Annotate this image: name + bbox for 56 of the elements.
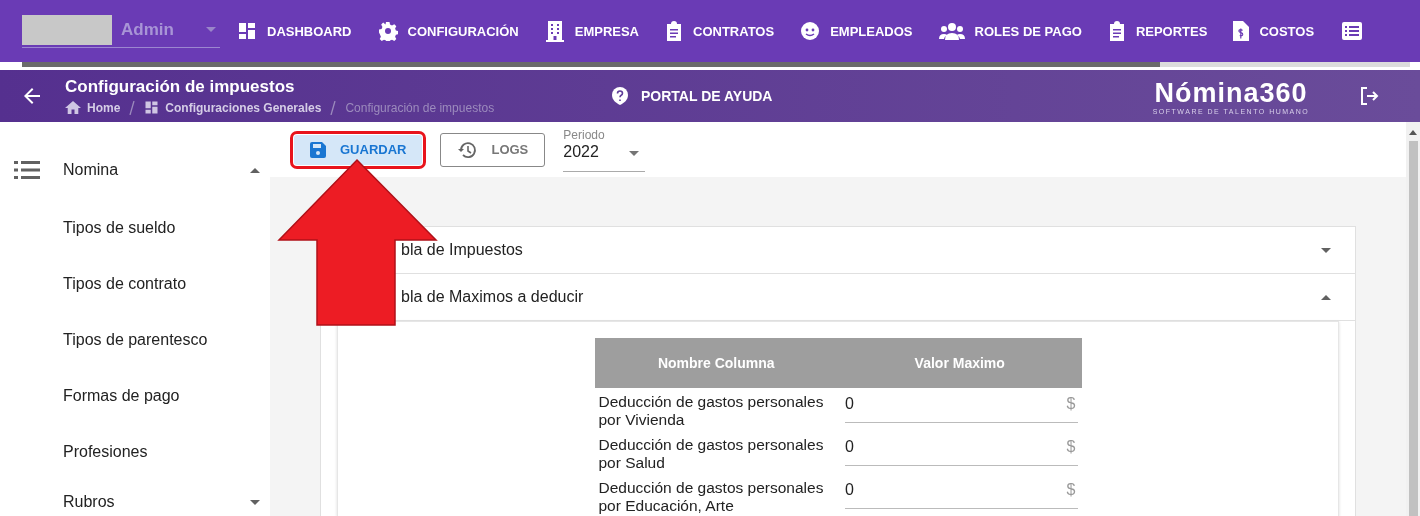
clipboard-icon [665,21,683,41]
scrollbar[interactable] [1406,122,1420,516]
sidebar-item[interactable]: Tipos de contrato [0,256,187,312]
breadcrumb-link[interactable]: Configuraciones Generales [165,100,322,115]
list-icon[interactable] [1342,22,1363,40]
help-icon [611,87,629,105]
value-input[interactable]: 0 $ [845,479,1078,509]
sidebar-group[interactable]: Rubros [0,480,270,516]
building-icon [544,20,565,42]
nav-link[interactable]: REPORTES [1107,21,1208,41]
smiley-face-icon [800,21,821,41]
accordion-title[interactable]: bla de Maximos a deducir [401,288,584,306]
value-input[interactable]: 0 $ [845,393,1078,423]
people-icon [938,22,965,40]
nav-link[interactable]: COSTOS [1233,21,1315,41]
sidebar-item[interactable]: Tipos de parentesco [0,312,208,368]
sidebar-group[interactable]: Nomina [0,148,270,192]
sidebar-item[interactable]: Profesiones [0,424,148,480]
nav-link[interactable]: CONTRATOS [665,21,775,41]
nav-link[interactable]: CONFIGURACIÓN [377,21,519,41]
nav-link[interactable]: ROLES DE PAGO [938,22,1082,40]
scroll-up-icon[interactable] [1409,130,1417,135]
period-select[interactable]: Periodo 2022 [563,127,646,172]
page-title: Configuración de impuestos [65,77,296,97]
back-arrow-icon[interactable] [24,88,40,104]
table-cell: Deducción de gastos personales por Vivienda [598,393,824,428]
column-header: Nombre Columna [594,338,838,388]
logs-button[interactable]: LOGS [440,132,546,167]
sidebar-item[interactable]: Formas de pago [0,368,180,424]
dashboard-icon [144,100,160,115]
logout-icon[interactable] [1359,86,1379,106]
caret-icon [206,27,216,32]
accordion-title[interactable]: bla de Impuestos [401,241,523,259]
breadcrumb-link[interactable]: Home [87,100,121,115]
sidebar-item[interactable]: Tipos de sueldo [0,200,176,256]
caret-icon[interactable] [1321,294,1331,300]
nav-link[interactable]: DASHBOARD [237,21,352,41]
home-icon [65,101,81,114]
column-header: Valor Maximo [838,338,1082,388]
history-icon [457,140,478,159]
nav-link[interactable]: EMPRESA [544,20,639,42]
brand-logo-text: Nómina360 [1154,77,1308,108]
nav-link[interactable]: EMPLEADOS [800,21,913,41]
table-cell: Deducción de gastos personales por Educación, Arte [598,479,824,514]
breadcrumb-separator-icon [129,100,136,115]
list-icon [14,160,40,180]
clipboard-icon [1107,21,1126,41]
dashboard-icon [237,21,257,41]
caret-icon [629,150,640,156]
gear-icon [377,21,398,41]
invoice-icon [1233,21,1250,41]
caret-icon[interactable] [1321,247,1331,253]
value-input[interactable]: 0 $ [845,436,1078,466]
breadcrumb-separator-icon [330,100,337,115]
help-portal-link[interactable]: PORTAL DE AYUDA [611,87,1111,105]
table-cell: Deducción de gastos personales por Salud [598,436,824,471]
